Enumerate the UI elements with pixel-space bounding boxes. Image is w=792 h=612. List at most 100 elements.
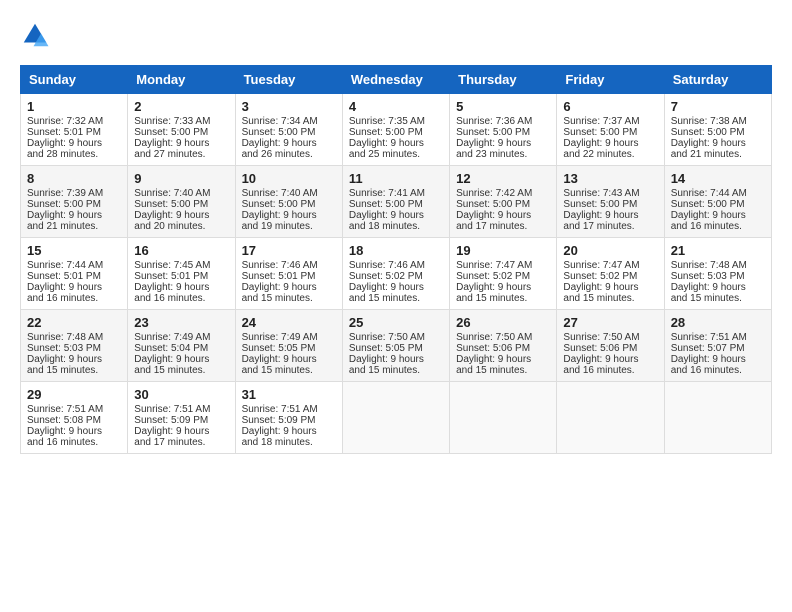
sunrise-label: Sunrise: 7:40 AM <box>242 188 318 199</box>
daylight-label: Daylight: 9 hours and 17 minutes. <box>563 210 638 232</box>
daylight-label: Daylight: 9 hours and 15 minutes. <box>27 354 102 376</box>
calendar-cell: 24 Sunrise: 7:49 AM Sunset: 5:05 PM Dayl… <box>235 310 342 382</box>
calendar-day-header: Wednesday <box>342 66 449 94</box>
page-header <box>20 20 772 50</box>
daylight-label: Daylight: 9 hours and 16 minutes. <box>27 282 102 304</box>
daylight-label: Daylight: 9 hours and 22 minutes. <box>563 138 638 160</box>
calendar-day-header: Friday <box>557 66 664 94</box>
sunset-label: Sunset: 5:01 PM <box>242 271 316 282</box>
daylight-label: Daylight: 9 hours and 15 minutes. <box>242 282 317 304</box>
daylight-label: Daylight: 9 hours and 15 minutes. <box>134 354 209 376</box>
sunrise-label: Sunrise: 7:49 AM <box>134 332 210 343</box>
daylight-label: Daylight: 9 hours and 21 minutes. <box>671 138 746 160</box>
daylight-label: Daylight: 9 hours and 23 minutes. <box>456 138 531 160</box>
calendar-cell: 26 Sunrise: 7:50 AM Sunset: 5:06 PM Dayl… <box>450 310 557 382</box>
sunset-label: Sunset: 5:01 PM <box>27 271 101 282</box>
calendar-header: SundayMondayTuesdayWednesdayThursdayFrid… <box>21 66 772 94</box>
day-number: 4 <box>349 99 443 114</box>
sunset-label: Sunset: 5:09 PM <box>242 415 316 426</box>
day-number: 13 <box>563 171 657 186</box>
calendar-cell: 28 Sunrise: 7:51 AM Sunset: 5:07 PM Dayl… <box>664 310 771 382</box>
day-number: 8 <box>27 171 121 186</box>
calendar-cell: 8 Sunrise: 7:39 AM Sunset: 5:00 PM Dayli… <box>21 166 128 238</box>
sunrise-label: Sunrise: 7:42 AM <box>456 188 532 199</box>
sunset-label: Sunset: 5:00 PM <box>242 199 316 210</box>
day-number: 9 <box>134 171 228 186</box>
sunset-label: Sunset: 5:00 PM <box>134 199 208 210</box>
sunrise-label: Sunrise: 7:41 AM <box>349 188 425 199</box>
calendar-cell: 7 Sunrise: 7:38 AM Sunset: 5:00 PM Dayli… <box>664 94 771 166</box>
day-number: 1 <box>27 99 121 114</box>
day-number: 6 <box>563 99 657 114</box>
calendar-cell: 17 Sunrise: 7:46 AM Sunset: 5:01 PM Dayl… <box>235 238 342 310</box>
sunrise-label: Sunrise: 7:46 AM <box>349 260 425 271</box>
daylight-label: Daylight: 9 hours and 15 minutes. <box>242 354 317 376</box>
daylight-label: Daylight: 9 hours and 15 minutes. <box>456 282 531 304</box>
day-number: 5 <box>456 99 550 114</box>
sunrise-label: Sunrise: 7:47 AM <box>456 260 532 271</box>
day-number: 28 <box>671 315 765 330</box>
sunrise-label: Sunrise: 7:44 AM <box>27 260 103 271</box>
calendar-day-header: Thursday <box>450 66 557 94</box>
calendar-cell <box>450 382 557 454</box>
sunrise-label: Sunrise: 7:51 AM <box>27 404 103 415</box>
day-number: 27 <box>563 315 657 330</box>
calendar-cell: 22 Sunrise: 7:48 AM Sunset: 5:03 PM Dayl… <box>21 310 128 382</box>
sunrise-label: Sunrise: 7:48 AM <box>671 260 747 271</box>
sunrise-label: Sunrise: 7:40 AM <box>134 188 210 199</box>
day-number: 7 <box>671 99 765 114</box>
day-number: 14 <box>671 171 765 186</box>
calendar-day-header: Saturday <box>664 66 771 94</box>
daylight-label: Daylight: 9 hours and 16 minutes. <box>671 354 746 376</box>
sunset-label: Sunset: 5:07 PM <box>671 343 745 354</box>
daylight-label: Daylight: 9 hours and 15 minutes. <box>671 282 746 304</box>
calendar-day-header: Monday <box>128 66 235 94</box>
calendar-cell: 27 Sunrise: 7:50 AM Sunset: 5:06 PM Dayl… <box>557 310 664 382</box>
daylight-label: Daylight: 9 hours and 15 minutes. <box>349 282 424 304</box>
calendar-cell: 29 Sunrise: 7:51 AM Sunset: 5:08 PM Dayl… <box>21 382 128 454</box>
sunrise-label: Sunrise: 7:34 AM <box>242 116 318 127</box>
sunrise-label: Sunrise: 7:48 AM <box>27 332 103 343</box>
sunset-label: Sunset: 5:05 PM <box>349 343 423 354</box>
sunset-label: Sunset: 5:03 PM <box>27 343 101 354</box>
day-number: 23 <box>134 315 228 330</box>
calendar-header-row: SundayMondayTuesdayWednesdayThursdayFrid… <box>21 66 772 94</box>
calendar-cell <box>557 382 664 454</box>
sunset-label: Sunset: 5:00 PM <box>563 127 637 138</box>
sunset-label: Sunset: 5:04 PM <box>134 343 208 354</box>
sunset-label: Sunset: 5:09 PM <box>134 415 208 426</box>
day-number: 31 <box>242 387 336 402</box>
sunset-label: Sunset: 5:02 PM <box>563 271 637 282</box>
sunset-label: Sunset: 5:00 PM <box>349 199 423 210</box>
calendar-cell: 6 Sunrise: 7:37 AM Sunset: 5:00 PM Dayli… <box>557 94 664 166</box>
logo <box>20 20 54 50</box>
sunset-label: Sunset: 5:00 PM <box>563 199 637 210</box>
day-number: 17 <box>242 243 336 258</box>
day-number: 3 <box>242 99 336 114</box>
day-number: 12 <box>456 171 550 186</box>
daylight-label: Daylight: 9 hours and 17 minutes. <box>134 426 209 448</box>
day-number: 18 <box>349 243 443 258</box>
sunset-label: Sunset: 5:00 PM <box>349 127 423 138</box>
calendar-cell: 5 Sunrise: 7:36 AM Sunset: 5:00 PM Dayli… <box>450 94 557 166</box>
calendar-cell: 20 Sunrise: 7:47 AM Sunset: 5:02 PM Dayl… <box>557 238 664 310</box>
sunset-label: Sunset: 5:01 PM <box>27 127 101 138</box>
calendar-week-row: 1 Sunrise: 7:32 AM Sunset: 5:01 PM Dayli… <box>21 94 772 166</box>
calendar-cell: 21 Sunrise: 7:48 AM Sunset: 5:03 PM Dayl… <box>664 238 771 310</box>
calendar-day-header: Sunday <box>21 66 128 94</box>
sunset-label: Sunset: 5:00 PM <box>456 199 530 210</box>
sunrise-label: Sunrise: 7:45 AM <box>134 260 210 271</box>
sunset-label: Sunset: 5:05 PM <box>242 343 316 354</box>
calendar-cell: 18 Sunrise: 7:46 AM Sunset: 5:02 PM Dayl… <box>342 238 449 310</box>
calendar-cell: 13 Sunrise: 7:43 AM Sunset: 5:00 PM Dayl… <box>557 166 664 238</box>
sunrise-label: Sunrise: 7:37 AM <box>563 116 639 127</box>
sunset-label: Sunset: 5:00 PM <box>242 127 316 138</box>
sunset-label: Sunset: 5:08 PM <box>27 415 101 426</box>
daylight-label: Daylight: 9 hours and 15 minutes. <box>456 354 531 376</box>
sunrise-label: Sunrise: 7:38 AM <box>671 116 747 127</box>
calendar-cell: 16 Sunrise: 7:45 AM Sunset: 5:01 PM Dayl… <box>128 238 235 310</box>
sunrise-label: Sunrise: 7:50 AM <box>563 332 639 343</box>
calendar-body: 1 Sunrise: 7:32 AM Sunset: 5:01 PM Dayli… <box>21 94 772 454</box>
day-number: 21 <box>671 243 765 258</box>
sunset-label: Sunset: 5:06 PM <box>563 343 637 354</box>
